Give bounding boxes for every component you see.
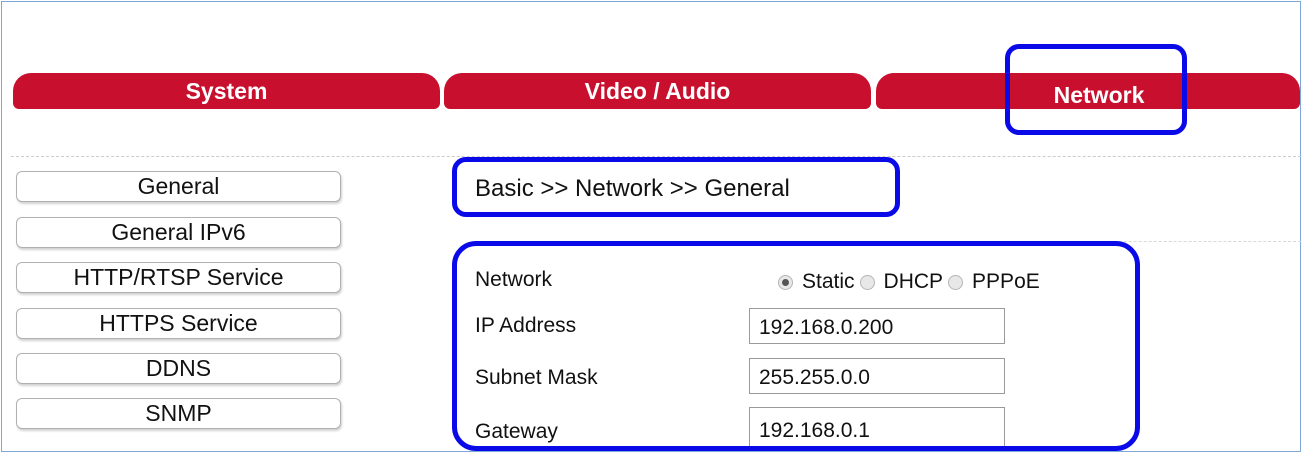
sidebar-item-snmp[interactable]: SNMP [16,398,341,429]
highlight-breadcrumb [452,157,900,217]
tab-video-audio-label: Video / Audio [584,77,731,104]
sidebar-item-general[interactable]: General [16,171,341,202]
sidebar-item-ddns[interactable]: DDNS [16,353,341,384]
sidebar-item-general-ipv6[interactable]: General IPv6 [16,217,341,248]
sidebar-item-https-service[interactable]: HTTPS Service [16,308,341,339]
tab-system-label: System [185,77,268,104]
highlight-network-tab [1005,44,1187,135]
highlight-form [452,241,1140,451]
tab-video-audio[interactable]: Video / Audio [444,73,871,109]
sidebar-item-http-rtsp-service[interactable]: HTTP/RTSP Service [16,262,341,293]
tab-system[interactable]: System [13,73,440,109]
